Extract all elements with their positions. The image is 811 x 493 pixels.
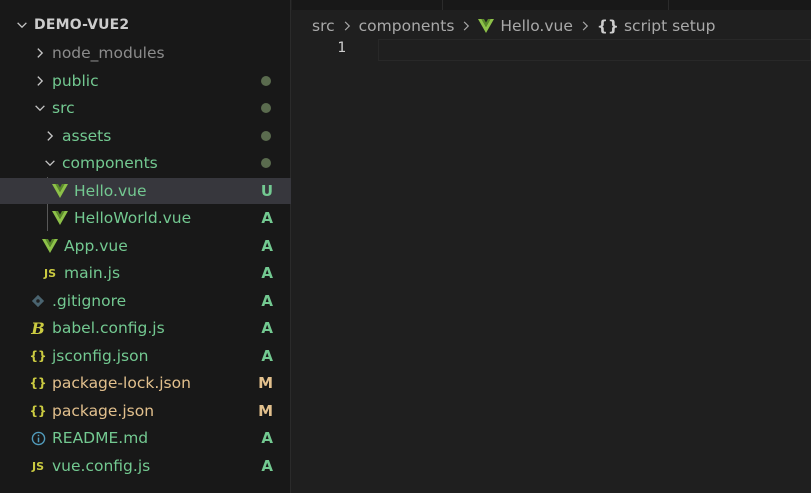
breadcrumb-item-symbol[interactable]: script setup (624, 17, 715, 35)
tree-item-src[interactable]: src (0, 95, 291, 121)
tree-item-label: HelloWorld.vue (74, 209, 192, 227)
tree-item-assets[interactable]: assets (0, 123, 291, 149)
json-file-icon: {} (29, 404, 47, 418)
tree-item-readme[interactable]: README.md A (0, 425, 291, 451)
chevron-right-icon (42, 128, 58, 144)
tree-item-app-vue[interactable]: App.vue A (0, 233, 291, 259)
breadcrumb-item-src[interactable]: src (312, 17, 335, 35)
git-status-dot (261, 103, 271, 113)
tree-item-package-lock-json[interactable]: {} package-lock.json M (0, 370, 291, 396)
tree-item-label: babel.config.js (52, 319, 165, 337)
tree-item-label: README.md (52, 429, 149, 447)
tree-item-label: App.vue (64, 237, 128, 255)
chevron-right-icon (460, 20, 472, 32)
tree-item-label: package.json (52, 402, 155, 420)
git-status-badge: A (261, 264, 273, 282)
vue-file-icon (478, 19, 495, 33)
tree-item-label: main.js (64, 264, 121, 282)
tree-item-components[interactable]: components (0, 150, 291, 176)
info-icon (30, 431, 46, 446)
git-status-dot (261, 131, 271, 141)
chevron-right-icon (32, 73, 48, 89)
tree-item-public[interactable]: public (0, 68, 291, 94)
tree-item-label: src (52, 99, 75, 117)
json-file-icon: {} (29, 376, 47, 390)
git-status-badge: A (261, 292, 273, 310)
tree-item-label: package-lock.json (52, 374, 191, 392)
explorer-root-title: DEMO-VUE2 (34, 17, 130, 33)
tree-item-hello-vue[interactable]: Hello.vue U (0, 178, 291, 204)
git-status-badge: A (261, 347, 273, 365)
tree-item-label: jsconfig.json (52, 347, 149, 365)
chevron-right-icon (341, 20, 353, 32)
tree-item-helloworld-vue[interactable]: HelloWorld.vue A (0, 205, 291, 231)
chevron-down-icon (42, 155, 58, 171)
babel-file-icon: B (31, 318, 45, 338)
explorer-root-folder[interactable]: DEMO-VUE2 (0, 12, 291, 38)
tree-item-vue-config[interactable]: JS vue.config.js A (0, 453, 291, 479)
vue-file-icon (52, 184, 68, 198)
chevron-right-icon (579, 20, 591, 32)
vue-file-icon (42, 239, 58, 253)
git-status-badge: A (261, 209, 273, 227)
tree-item-label: vue.config.js (52, 457, 151, 475)
git-status-badge: A (261, 237, 273, 255)
tab-separator (668, 0, 669, 10)
tree-item-babel-config[interactable]: B babel.config.js A (0, 315, 291, 341)
breadcrumb-item-file[interactable]: Hello.vue (500, 17, 572, 35)
chevron-down-icon (32, 100, 48, 116)
tree-item-label: .gitignore (52, 292, 127, 310)
line-number: 1 (337, 40, 346, 56)
tree-item-main-js[interactable]: JS main.js A (0, 260, 291, 286)
breadcrumb-item-components[interactable]: components (359, 17, 455, 35)
git-status-badge: A (261, 319, 273, 337)
tree-item-label: components (62, 154, 158, 172)
chevron-down-icon (14, 17, 30, 33)
tree-item-package-json[interactable]: {} package.json M (0, 398, 291, 424)
tree-item-label: node_modules (52, 44, 165, 62)
tree-item-jsconfig-json[interactable]: {} jsconfig.json A (0, 343, 291, 369)
tab-separator (442, 0, 443, 10)
tree-item-node-modules[interactable]: node_modules (0, 40, 291, 66)
git-status-badge: U (260, 182, 273, 200)
javascript-file-icon: JS (43, 266, 56, 280)
breadcrumb: src components Hello.vue {} script setup (312, 14, 715, 38)
editor-pane: src components Hello.vue {} script setup… (292, 0, 811, 493)
tree-item-label: Hello.vue (74, 182, 147, 200)
current-line-highlight[interactable] (378, 39, 811, 61)
git-status-badge: M (258, 374, 273, 392)
git-status-badge: M (258, 402, 273, 420)
git-status-badge: A (261, 429, 273, 447)
tree-item-label: assets (62, 127, 112, 145)
explorer-sidebar: DEMO-VUE2 node_modules public src assets… (0, 0, 291, 493)
git-status-badge: A (261, 457, 273, 475)
git-file-icon (30, 294, 46, 308)
tree-item-gitignore[interactable]: .gitignore A (0, 288, 291, 314)
json-file-icon: {} (29, 349, 47, 363)
vue-file-icon (52, 211, 68, 225)
chevron-right-icon (32, 45, 48, 61)
javascript-file-icon: JS (31, 459, 44, 473)
symbol-braces-icon: {} (596, 17, 619, 35)
tree-item-label: public (52, 72, 99, 90)
editor-tab-bar (292, 0, 811, 10)
git-status-dot (261, 76, 271, 86)
git-status-dot (261, 158, 271, 168)
